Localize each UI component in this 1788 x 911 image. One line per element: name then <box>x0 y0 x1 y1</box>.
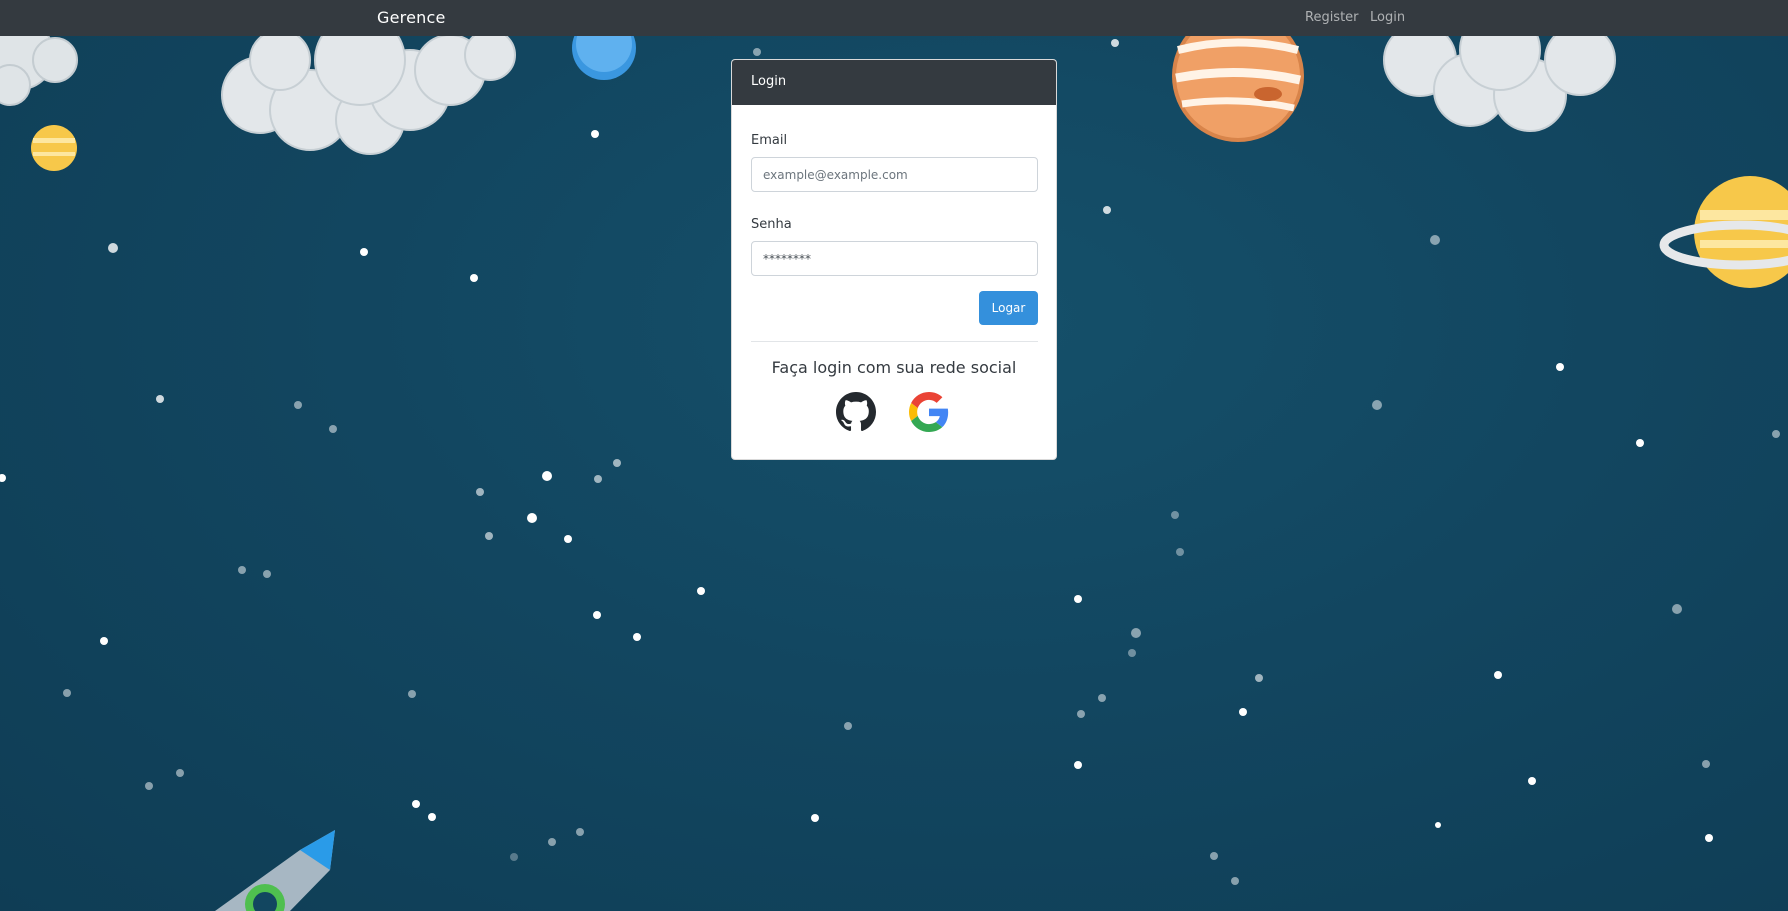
divider <box>751 341 1038 342</box>
password-label: Senha <box>751 217 792 232</box>
login-card-header: Login <box>732 60 1056 105</box>
social-login-title: Faça login com sua rede social <box>771 358 1017 377</box>
login-card: Login Email Senha Logar Faça login com s… <box>731 59 1057 460</box>
rocket <box>215 830 335 911</box>
small-yellow-planet <box>31 125 77 171</box>
email-input[interactable] <box>751 157 1038 192</box>
top-navbar: Gerence Register Login <box>0 0 1788 36</box>
login-link[interactable]: Login <box>1370 10 1405 25</box>
github-icon[interactable] <box>836 392 876 432</box>
google-icon[interactable] <box>909 392 949 432</box>
register-link[interactable]: Register <box>1305 10 1359 25</box>
brand-link[interactable]: Gerence <box>377 8 446 27</box>
login-submit-button[interactable]: Logar <box>979 291 1038 325</box>
email-label: Email <box>751 133 788 148</box>
password-input[interactable] <box>751 241 1038 276</box>
saturn-planet <box>1659 176 1788 288</box>
